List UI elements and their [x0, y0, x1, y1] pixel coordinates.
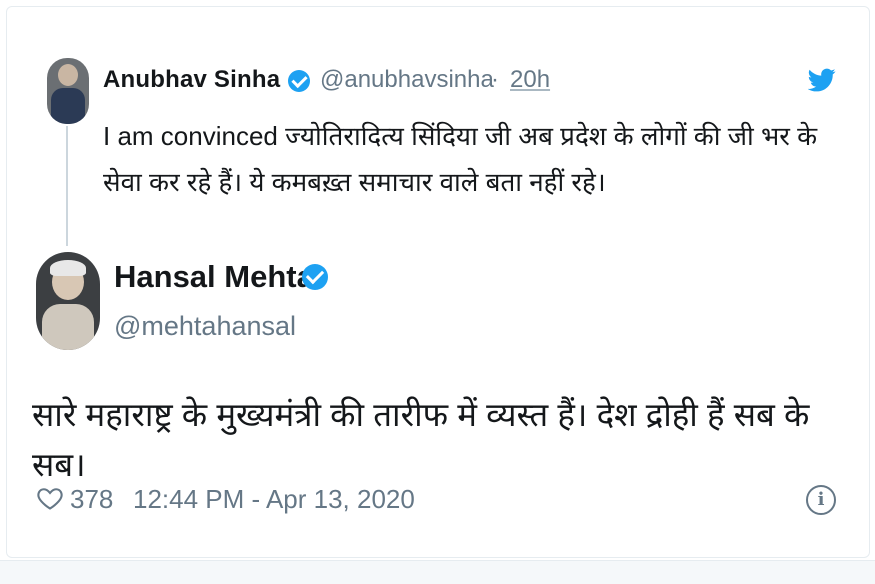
like-count[interactable]: 378	[70, 484, 113, 515]
reply-author-handle[interactable]: @anubhavsinha	[320, 66, 494, 94]
tweet-author-name[interactable]: Hansal Mehta	[114, 259, 314, 295]
thread-connector-line	[66, 126, 68, 246]
separator-dot: ·	[491, 66, 499, 93]
twitter-bird-icon[interactable]	[808, 66, 836, 94]
info-icon[interactable]: i	[806, 485, 836, 515]
tweet-author-avatar[interactable]	[36, 252, 100, 350]
reply-author-avatar[interactable]	[47, 58, 89, 124]
tweet-author-handle[interactable]: @mehtahansal	[114, 311, 296, 342]
bottom-divider	[0, 560, 875, 584]
tweet-text: सारे महाराष्ट्र के मुख्यमंत्री की तारीफ …	[32, 396, 810, 483]
heart-icon[interactable]	[36, 484, 64, 512]
reply-author-name[interactable]: Anubhav Sinha	[103, 66, 280, 94]
verified-badge-icon	[288, 70, 310, 92]
tweet-timestamp[interactable]: 12:44 PM - Apr 13, 2020	[133, 484, 415, 515]
verified-badge-icon	[302, 264, 328, 290]
reply-timestamp-link[interactable]: 20h	[510, 66, 550, 94]
reply-tweet-text: I am convinced ज्योतिरादित्य सिंदिया जी …	[103, 121, 818, 197]
